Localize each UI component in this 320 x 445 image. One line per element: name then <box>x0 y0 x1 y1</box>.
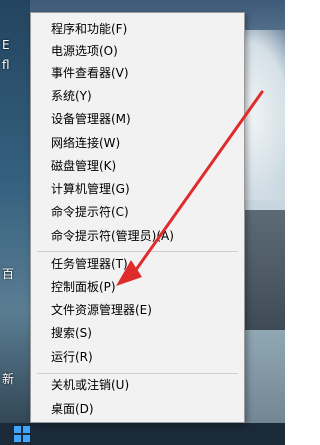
desktop-edge-text: E <box>2 38 10 52</box>
menu-separator <box>37 251 238 252</box>
menu-item-device-manager[interactable]: 设备管理器(M) <box>51 109 131 129</box>
menu-item-programs-features[interactable]: 程序和功能(F) <box>51 19 127 39</box>
desktop-background: E fl 百 新 程序和功能(F) 电源选项(O) 事件查看器(V) 系统(Y)… <box>0 0 285 445</box>
desktop-edge-text: 百 <box>2 267 15 281</box>
menu-item-search[interactable]: 搜索(S) <box>51 323 92 343</box>
windows-logo-icon[interactable] <box>14 426 30 442</box>
menu-item-desktop[interactable]: 桌面(D) <box>51 399 94 419</box>
windows-logo-pane <box>14 435 21 442</box>
menu-item-run[interactable]: 运行(R) <box>51 347 93 367</box>
windows-logo-pane <box>23 435 30 442</box>
menu-item-shutdown-signout[interactable]: 关机或注销(U) <box>51 375 129 395</box>
menu-item-control-panel[interactable]: 控制面板(P) <box>51 277 116 297</box>
menu-item-file-explorer[interactable]: 文件资源管理器(E) <box>51 300 152 320</box>
menu-item-command-prompt[interactable]: 命令提示符(C) <box>51 202 129 222</box>
menu-item-system[interactable]: 系统(Y) <box>51 86 92 106</box>
menu-item-command-prompt-admin[interactable]: 命令提示符(管理员)(A) <box>51 226 174 246</box>
windows-logo-pane <box>23 426 30 433</box>
windows-logo-pane <box>14 426 21 433</box>
menu-item-network-connections[interactable]: 网络连接(W) <box>51 133 120 153</box>
desktop-edge-text: fl <box>2 58 10 72</box>
menu-item-task-manager[interactable]: 任务管理器(T) <box>51 254 128 274</box>
winx-context-menu: 程序和功能(F) 电源选项(O) 事件查看器(V) 系统(Y) 设备管理器(M)… <box>30 12 245 423</box>
menu-item-computer-management[interactable]: 计算机管理(G) <box>51 179 130 199</box>
menu-item-power-options[interactable]: 电源选项(O) <box>51 41 118 61</box>
menu-item-disk-management[interactable]: 磁盘管理(K) <box>51 156 116 176</box>
taskbar <box>0 423 285 445</box>
menu-separator <box>37 373 238 374</box>
desktop-edge-text: 新 <box>2 372 15 386</box>
menu-item-event-viewer[interactable]: 事件查看器(V) <box>51 63 129 83</box>
